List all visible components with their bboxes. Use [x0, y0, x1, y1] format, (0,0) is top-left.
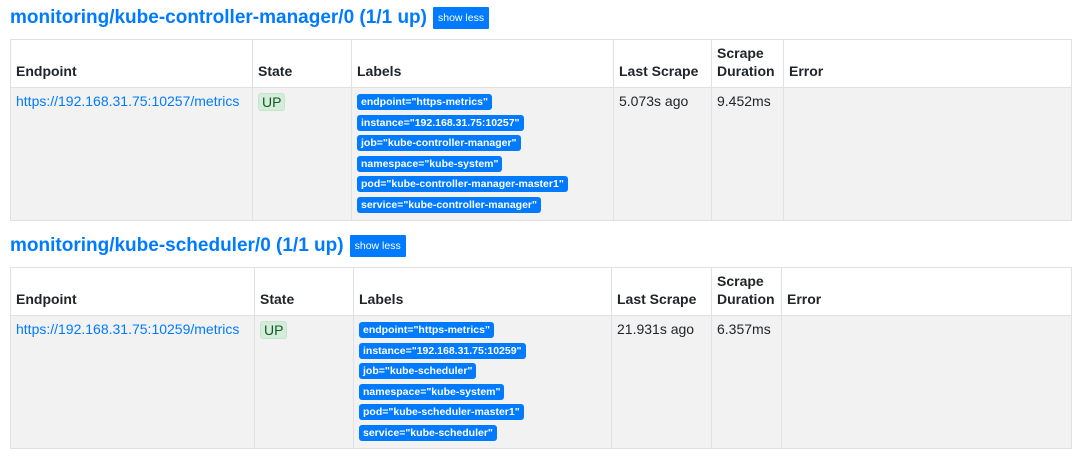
labels-cell: endpoint="https-metrics" instance="192.1…	[353, 315, 612, 449]
header-last-scrape: Last Scrape	[611, 267, 712, 316]
header-scrape-duration-line2: Duration	[717, 63, 775, 79]
last-scrape-cell: 21.931s ago	[611, 315, 712, 449]
endpoint-cell: https://192.168.31.75:10259/metrics	[10, 315, 255, 449]
header-scrape-duration: Scrape Duration	[711, 267, 782, 316]
endpoint-link[interactable]: https://192.168.31.75:10257/metrics	[16, 93, 239, 109]
header-state: State	[252, 39, 352, 88]
header-endpoint: Endpoint	[10, 39, 253, 88]
label-chip: namespace="kube-system"	[359, 383, 505, 400]
labels-cell: endpoint="https-metrics" instance="192.1…	[351, 87, 614, 221]
section-title[interactable]: monitoring/kube-scheduler/0 (1/1 up)	[10, 235, 344, 257]
table-header-row: Endpoint State Labels Last Scrape Scrape…	[10, 267, 1072, 316]
section-title[interactable]: monitoring/kube-controller-manager/0 (1/…	[10, 7, 427, 29]
show-less-button[interactable]: show less	[349, 235, 406, 257]
error-cell	[783, 87, 1072, 221]
state-badge: UP	[260, 321, 288, 339]
header-labels: Labels	[351, 39, 614, 88]
target-section-kube-controller-manager: monitoring/kube-controller-manager/0 (1/…	[10, 3, 1072, 221]
header-scrape-duration-line1: Scrape	[717, 273, 764, 289]
state-badge: UP	[258, 93, 286, 111]
targets-table: Endpoint State Labels Last Scrape Scrape…	[10, 39, 1072, 221]
state-cell: UP	[252, 87, 352, 221]
header-error: Error	[781, 267, 1072, 316]
section-header: monitoring/kube-controller-manager/0 (1/…	[10, 3, 1072, 33]
scrape-duration-cell: 6.357ms	[711, 315, 782, 449]
label-chip: namespace="kube-system"	[357, 155, 503, 172]
table-row: https://192.168.31.75:10257/metrics UP e…	[10, 87, 1072, 221]
error-cell	[781, 315, 1072, 449]
labels-list: endpoint="https-metrics" instance="192.1…	[357, 93, 608, 216]
section-header: monitoring/kube-scheduler/0 (1/1 up) sho…	[10, 231, 1072, 261]
state-cell: UP	[254, 315, 354, 449]
label-chip: pod="kube-scheduler-master1"	[359, 404, 524, 420]
header-scrape-duration: Scrape Duration	[711, 39, 784, 88]
last-scrape-cell: 5.073s ago	[613, 87, 712, 221]
header-last-scrape: Last Scrape	[613, 39, 712, 88]
show-less-button[interactable]: show less	[433, 7, 490, 29]
table-row: https://192.168.31.75:10259/metrics UP e…	[10, 315, 1072, 449]
label-chip: job="kube-controller-manager"	[357, 135, 521, 151]
label-chip: pod="kube-controller-manager-master1"	[357, 176, 568, 192]
table-header-row: Endpoint State Labels Last Scrape Scrape…	[10, 39, 1072, 88]
header-endpoint: Endpoint	[10, 267, 255, 316]
label-chip: service="kube-scheduler"	[359, 424, 497, 441]
endpoint-cell: https://192.168.31.75:10257/metrics	[10, 87, 253, 221]
target-section-kube-scheduler: monitoring/kube-scheduler/0 (1/1 up) sho…	[10, 231, 1072, 449]
endpoint-link[interactable]: https://192.168.31.75:10259/metrics	[16, 321, 239, 337]
labels-list: endpoint="https-metrics" instance="192.1…	[359, 321, 606, 444]
header-scrape-duration-line2: Duration	[717, 291, 775, 307]
header-state: State	[254, 267, 354, 316]
scrape-duration-cell: 9.452ms	[711, 87, 784, 221]
label-chip: service="kube-controller-manager"	[357, 196, 541, 213]
label-chip: endpoint="https-metrics"	[357, 94, 492, 110]
header-labels: Labels	[353, 267, 612, 316]
label-chip: instance="192.168.31.75:10257"	[357, 114, 524, 131]
header-scrape-duration-line1: Scrape	[717, 45, 764, 61]
label-chip: endpoint="https-metrics"	[359, 322, 494, 338]
label-chip: instance="192.168.31.75:10259"	[359, 342, 526, 359]
targets-table: Endpoint State Labels Last Scrape Scrape…	[10, 267, 1072, 449]
header-error: Error	[783, 39, 1072, 88]
label-chip: job="kube-scheduler"	[359, 363, 477, 379]
